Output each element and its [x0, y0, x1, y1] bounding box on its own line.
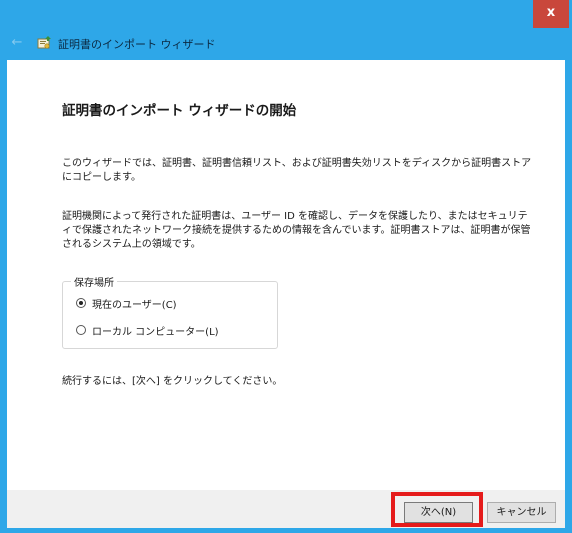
- description-text: 証明機関によって発行された証明書は、ユーザー ID を確認し、データを保護したり…: [62, 211, 531, 250]
- radio-local-computer[interactable]: [76, 325, 86, 335]
- close-button[interactable]: x: [533, 0, 569, 28]
- back-arrow-icon[interactable]: ←: [9, 35, 25, 51]
- title-bar: x: [0, 0, 572, 32]
- wizard-title: 証明書のインポート ウィザード: [58, 38, 216, 51]
- wizard-window: x ← 証明書のインポート ウィザード 証明書のインポート ウィザードの開始 こ…: [0, 0, 572, 533]
- store-location-legend: 保存場所: [71, 274, 117, 289]
- close-icon: x: [546, 5, 556, 20]
- current-user-label: 現在のユーザー(C): [92, 299, 177, 311]
- wizard-nav-bar: ← 証明書のインポート ウィザード: [0, 32, 572, 56]
- next-button[interactable]: 次へ(N): [404, 502, 473, 523]
- certificate-wizard-icon: [37, 36, 51, 49]
- wizard-content: 証明書のインポート ウィザードの開始 このウィザードでは、証明書、証明書信頼リス…: [7, 60, 565, 490]
- page-heading: 証明書のインポート ウィザードの開始: [62, 103, 297, 119]
- continue-instruction: 続行するには、[次へ] をクリックしてください。: [62, 376, 283, 387]
- radio-current-user[interactable]: [76, 298, 86, 308]
- wizard-footer: 次へ(N) キャンセル: [7, 490, 565, 528]
- local-computer-option[interactable]: ローカル コンピューター(L): [76, 322, 219, 338]
- cancel-button[interactable]: キャンセル: [487, 502, 556, 523]
- current-user-option[interactable]: 現在のユーザー(C): [76, 295, 177, 311]
- store-location-group: 保存場所 現在のユーザー(C) ローカル コンピューター(L): [62, 274, 278, 349]
- local-computer-label: ローカル コンピューター(L): [92, 326, 219, 338]
- intro-text: このウィザードでは、証明書、証明書信頼リスト、および証明書失効リストをディスクか…: [62, 158, 532, 183]
